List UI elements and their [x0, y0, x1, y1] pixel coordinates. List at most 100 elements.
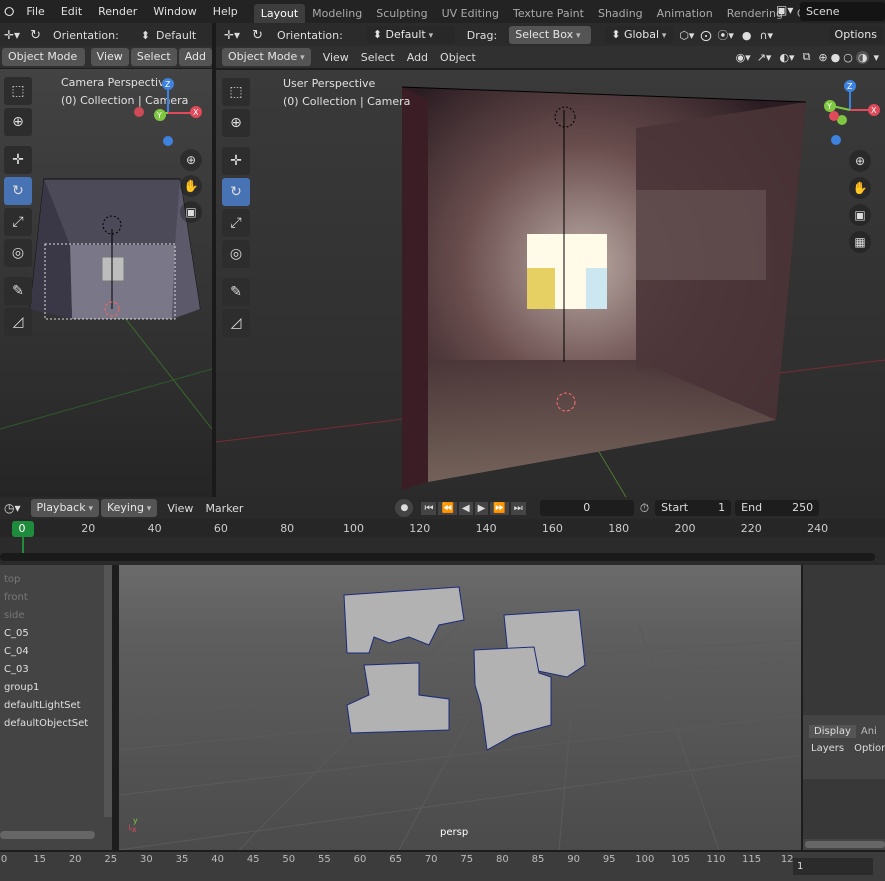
visibility-icon[interactable]: ◉▾ [736, 51, 751, 64]
camera-perspective-viewport[interactable]: ⬚ ⊕ ✛ ↻ ⤢ ◎ ✎ ◿ Camera Perspective (0) C… [0, 69, 212, 497]
falloff-icon[interactable]: ∩▾ [759, 29, 773, 42]
tab-modeling[interactable]: Modeling [305, 4, 369, 24]
pivot-point-icon[interactable]: ⬡▾ [679, 29, 694, 42]
zoom-icon[interactable]: ⊕ [180, 149, 202, 171]
tab-layout[interactable]: Layout [253, 4, 306, 24]
add-menu[interactable]: Add [178, 48, 212, 66]
gizmo-toggle-icon[interactable]: ↗▾ [757, 51, 772, 64]
view-menu[interactable]: View [90, 48, 129, 66]
transform-pivot-icon[interactable]: ✛▾ [0, 28, 24, 42]
xray-icon[interactable]: ⧉ [803, 50, 811, 64]
select-menu[interactable]: Select [355, 51, 401, 64]
zoom-icon[interactable]: ⊕ [849, 150, 871, 172]
outliner-scrollbar[interactable] [104, 565, 112, 817]
jump-start-icon[interactable]: ⏮ [421, 501, 437, 515]
maya-time-slider[interactable]: 0 15 20 25 30 35 40 45 50 55 60 65 70 75 80 85 90 95 100 10… [0, 852, 885, 881]
transform-icon[interactable]: ◎ [222, 240, 250, 268]
play-icon[interactable]: ▶ [474, 501, 489, 515]
move-icon[interactable]: ✛ [4, 146, 32, 174]
object-mode-dropdown[interactable]: Object Mode [2, 48, 85, 66]
user-perspective-viewport[interactable]: ⬚ ⊕ ✛ ↻ ⤢ ◎ ✎ ◿ User Perspective (0) Col… [216, 70, 885, 497]
add-menu[interactable]: Add [401, 51, 434, 64]
outliner-h-scrollbar[interactable] [0, 831, 95, 839]
options-dropdown[interactable]: Options [828, 26, 883, 44]
select-menu[interactable]: Select [130, 48, 177, 66]
orientation-dropdown[interactable]: ⬍ Default [366, 26, 455, 44]
start-frame-field[interactable]: Start 1 [655, 500, 732, 516]
channel-h-scrollbar[interactable] [805, 841, 885, 848]
menu-window[interactable]: Window [145, 0, 204, 24]
next-keyframe-icon[interactable]: ⏩ [490, 501, 509, 515]
overlay-icon[interactable]: ◐▾ [779, 51, 794, 64]
solid-shading-icon[interactable]: ● [831, 51, 841, 64]
camera-icon[interactable]: ▣ [849, 204, 871, 226]
menu-help[interactable]: Help [205, 0, 246, 24]
select-box-icon[interactable]: ⬚ [4, 77, 32, 105]
pan-hand-icon[interactable]: ✋ [849, 177, 871, 199]
maya-persp-viewport[interactable]: y └x persp [119, 565, 801, 850]
menu-render[interactable]: Render [90, 0, 145, 24]
scale-icon[interactable]: ⤢ [222, 209, 250, 237]
jump-end-icon[interactable]: ⏭ [510, 501, 526, 515]
proportional-edit-icon[interactable]: ● [742, 29, 752, 42]
orbit-icon[interactable]: ↻ [244, 28, 271, 43]
play-reverse-icon[interactable]: ◀ [458, 501, 473, 515]
tab-animation[interactable]: Animation [650, 4, 720, 24]
shading-options-icon[interactable]: ▾ [873, 51, 879, 64]
outliner-item[interactable]: C_03 [0, 661, 112, 679]
stopwatch-icon[interactable]: ⏱ [640, 501, 649, 516]
wireframe-shading-icon[interactable]: ⊕ [818, 51, 827, 64]
outliner-item[interactable]: C_05 [0, 625, 112, 643]
outliner-item[interactable]: defaultLightSet [0, 697, 112, 715]
timeline-view-menu[interactable]: View [161, 502, 199, 515]
display-tab[interactable]: Display [809, 725, 856, 738]
annotate-icon[interactable]: ✎ [4, 277, 32, 305]
editor-type-icon[interactable]: ◷▾ [0, 501, 25, 515]
drag-dropdown[interactable]: Select Box [509, 26, 592, 44]
outliner-item[interactable]: group1 [0, 679, 112, 697]
marker-menu[interactable]: Marker [199, 502, 249, 515]
tab-sculpting[interactable]: Sculpting [369, 4, 434, 24]
navigation-gizmo[interactable]: Z X Y [814, 76, 884, 146]
scene-icon[interactable]: ▣▾ [776, 3, 793, 17]
transform-pivot-icon[interactable]: ✛▾ [216, 28, 244, 42]
scale-icon[interactable]: ⤢ [4, 208, 32, 236]
scene-selector[interactable]: Scene [800, 2, 885, 21]
tab-texture-paint[interactable]: Texture Paint [506, 4, 591, 24]
object-mode-dropdown[interactable]: Object Mode [222, 48, 311, 66]
cursor-icon[interactable]: ⊕ [4, 108, 32, 136]
tab-uv-editing[interactable]: UV Editing [435, 4, 506, 24]
snap-icon[interactable]: ⨀ [700, 29, 711, 42]
current-time-field[interactable]: 1 [793, 858, 873, 875]
end-frame-field[interactable]: End 250 [735, 500, 820, 516]
menu-file[interactable]: File [18, 0, 52, 24]
object-menu[interactable]: Object [434, 51, 482, 64]
transform-icon[interactable]: ◎ [4, 239, 32, 267]
transform-orientation-dropdown[interactable]: ⬍ Global [605, 26, 674, 44]
rotate-icon[interactable]: ↻ [4, 177, 32, 205]
timeline-scrollbar[interactable] [0, 553, 875, 561]
annotate-icon[interactable]: ✎ [222, 278, 250, 306]
current-frame-field[interactable]: 0 [539, 500, 634, 516]
orientation-dropdown[interactable]: Default [150, 29, 202, 42]
blender-logo-icon[interactable]: ⭘ [0, 5, 18, 20]
orbit-icon[interactable]: ↻ [24, 28, 47, 43]
camera-icon[interactable]: ▣ [180, 201, 202, 223]
playback-menu[interactable]: Playback [30, 499, 99, 517]
options-menu[interactable]: Option [854, 743, 885, 754]
navigation-gizmo[interactable]: Z X Y [130, 75, 206, 151]
outliner-item[interactable]: side [0, 607, 112, 625]
keying-menu[interactable]: Keying [100, 499, 158, 517]
rotate-icon[interactable]: ↻ [222, 178, 250, 206]
timeline-area[interactable]: 0 20 40 60 80 100 120 140 160 180 200 220 240 [0, 519, 885, 563]
view-menu[interactable]: View [317, 51, 355, 64]
measure-icon[interactable]: ◿ [4, 308, 32, 336]
pan-hand-icon[interactable]: ✋ [180, 175, 202, 197]
perspective-grid-icon[interactable]: ▦ [849, 231, 871, 253]
rendered-shading-icon[interactable]: ◑ [855, 50, 870, 64]
measure-icon[interactable]: ◿ [222, 309, 250, 337]
tab-shading[interactable]: Shading [591, 4, 650, 24]
material-shading-icon[interactable]: ○ [843, 51, 853, 64]
cursor-icon[interactable]: ⊕ [222, 109, 250, 137]
move-icon[interactable]: ✛ [222, 147, 250, 175]
